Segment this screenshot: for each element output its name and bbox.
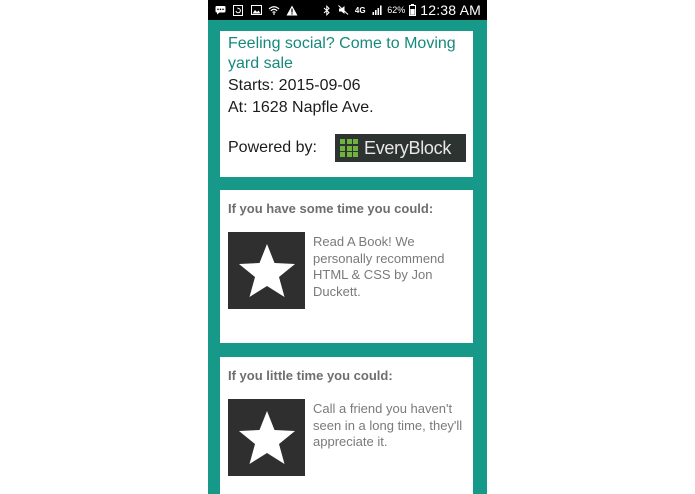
suggestion-text: Read A Book! We personally recommend HTM…	[313, 234, 445, 299]
battery-percent: 62%	[387, 5, 406, 15]
bluetooth-icon	[321, 4, 333, 16]
event-card[interactable]: Feeling social? Come to Moving yard sale…	[220, 31, 473, 177]
event-start-date: Starts: 2015-09-06	[228, 77, 361, 94]
suggestion-heading: If you little time you could:	[228, 368, 393, 383]
everyblock-grid-icon	[340, 139, 358, 157]
powered-by-label: Powered by:	[228, 139, 317, 156]
battery-icon	[409, 4, 417, 16]
mute-icon	[337, 4, 349, 16]
event-title[interactable]: Feeling social? Come to Moving yard sale	[228, 34, 470, 74]
suggestion-card: If you little time you could: Call a fri…	[220, 357, 473, 494]
signal-icon	[371, 4, 383, 16]
star-icon	[228, 232, 305, 309]
suggestion-text: Call a friend you haven't seen in a long…	[313, 401, 463, 449]
message-icon	[214, 4, 226, 16]
warning-icon	[286, 4, 298, 16]
phone-screen: 4G 62% 12:38 AM Feeling social? Come to …	[208, 0, 487, 494]
image-icon	[250, 4, 262, 16]
suggestion-card: If you have some time you could: Read A …	[220, 190, 473, 343]
refresh-icon	[232, 4, 244, 16]
lte-label: 4G	[354, 5, 366, 15]
status-bar-notifications	[208, 4, 298, 16]
everyblock-logo[interactable]: EveryBlock	[335, 134, 466, 162]
everyblock-logo-text: EveryBlock	[364, 137, 452, 158]
status-bar: 4G 62% 12:38 AM	[208, 0, 487, 20]
star-icon	[228, 399, 305, 476]
wifi-icon	[268, 4, 280, 16]
status-bar-system: 4G 62% 12:38 AM	[321, 2, 487, 18]
clock: 12:38 AM	[420, 2, 481, 18]
lte-icon: 4G	[353, 4, 367, 16]
suggestion-heading: If you have some time you could:	[228, 201, 434, 216]
event-location: At: 1628 Napfle Ave.	[228, 99, 374, 116]
